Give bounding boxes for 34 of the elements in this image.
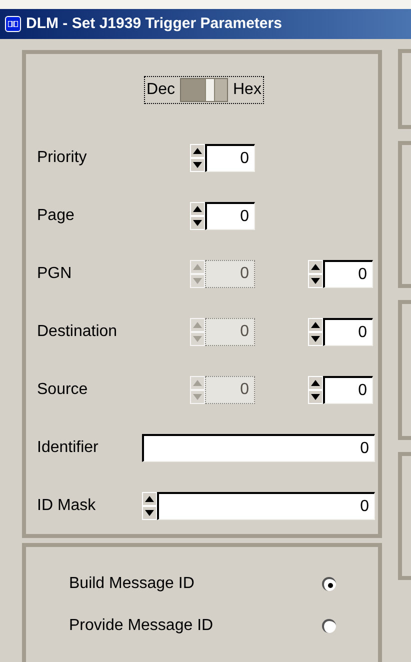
radio-label: Provide Message ID <box>69 616 214 636</box>
spin-arrows[interactable] <box>308 376 323 404</box>
spin-arrows <box>190 260 205 288</box>
number-field[interactable]: 0 <box>323 376 373 404</box>
field-label: Page <box>37 206 76 226</box>
spin-arrows[interactable] <box>308 260 323 288</box>
window-title: DLM - Set J1939 Trigger Parameters <box>26 14 282 34</box>
number-field[interactable]: 0 <box>323 318 373 346</box>
radio-label: Build Message ID <box>69 574 196 594</box>
spin-arrows[interactable] <box>142 492 157 520</box>
format-toggle[interactable]: Dec Hex <box>144 76 264 104</box>
field-label: ID Mask <box>37 496 97 516</box>
number-field[interactable]: 0 <box>157 492 375 520</box>
number-field: 0 <box>205 318 255 346</box>
number-field[interactable]: 0 <box>205 144 255 172</box>
field-label: Destination <box>37 322 118 342</box>
spin-arrows[interactable] <box>308 318 323 346</box>
number-field[interactable]: 0 <box>323 260 373 288</box>
spin-arrows[interactable] <box>190 144 205 172</box>
number-field: 0 <box>205 376 255 404</box>
spin-arrows[interactable] <box>190 202 205 230</box>
spin-arrows <box>190 376 205 404</box>
field-label: Identifier <box>37 438 100 458</box>
field-label: Priority <box>37 148 88 168</box>
field-label: Source <box>37 380 89 400</box>
number-field[interactable]: 0 <box>142 434 375 462</box>
radio-button[interactable] <box>322 577 336 591</box>
spin-arrows <box>190 318 205 346</box>
number-field: 0 <box>205 260 255 288</box>
field-label: PGN <box>37 264 73 284</box>
toggle-switch[interactable] <box>180 78 228 102</box>
number-field[interactable]: 0 <box>205 202 255 230</box>
app-icon <box>5 16 21 32</box>
radio-button[interactable] <box>322 619 336 633</box>
